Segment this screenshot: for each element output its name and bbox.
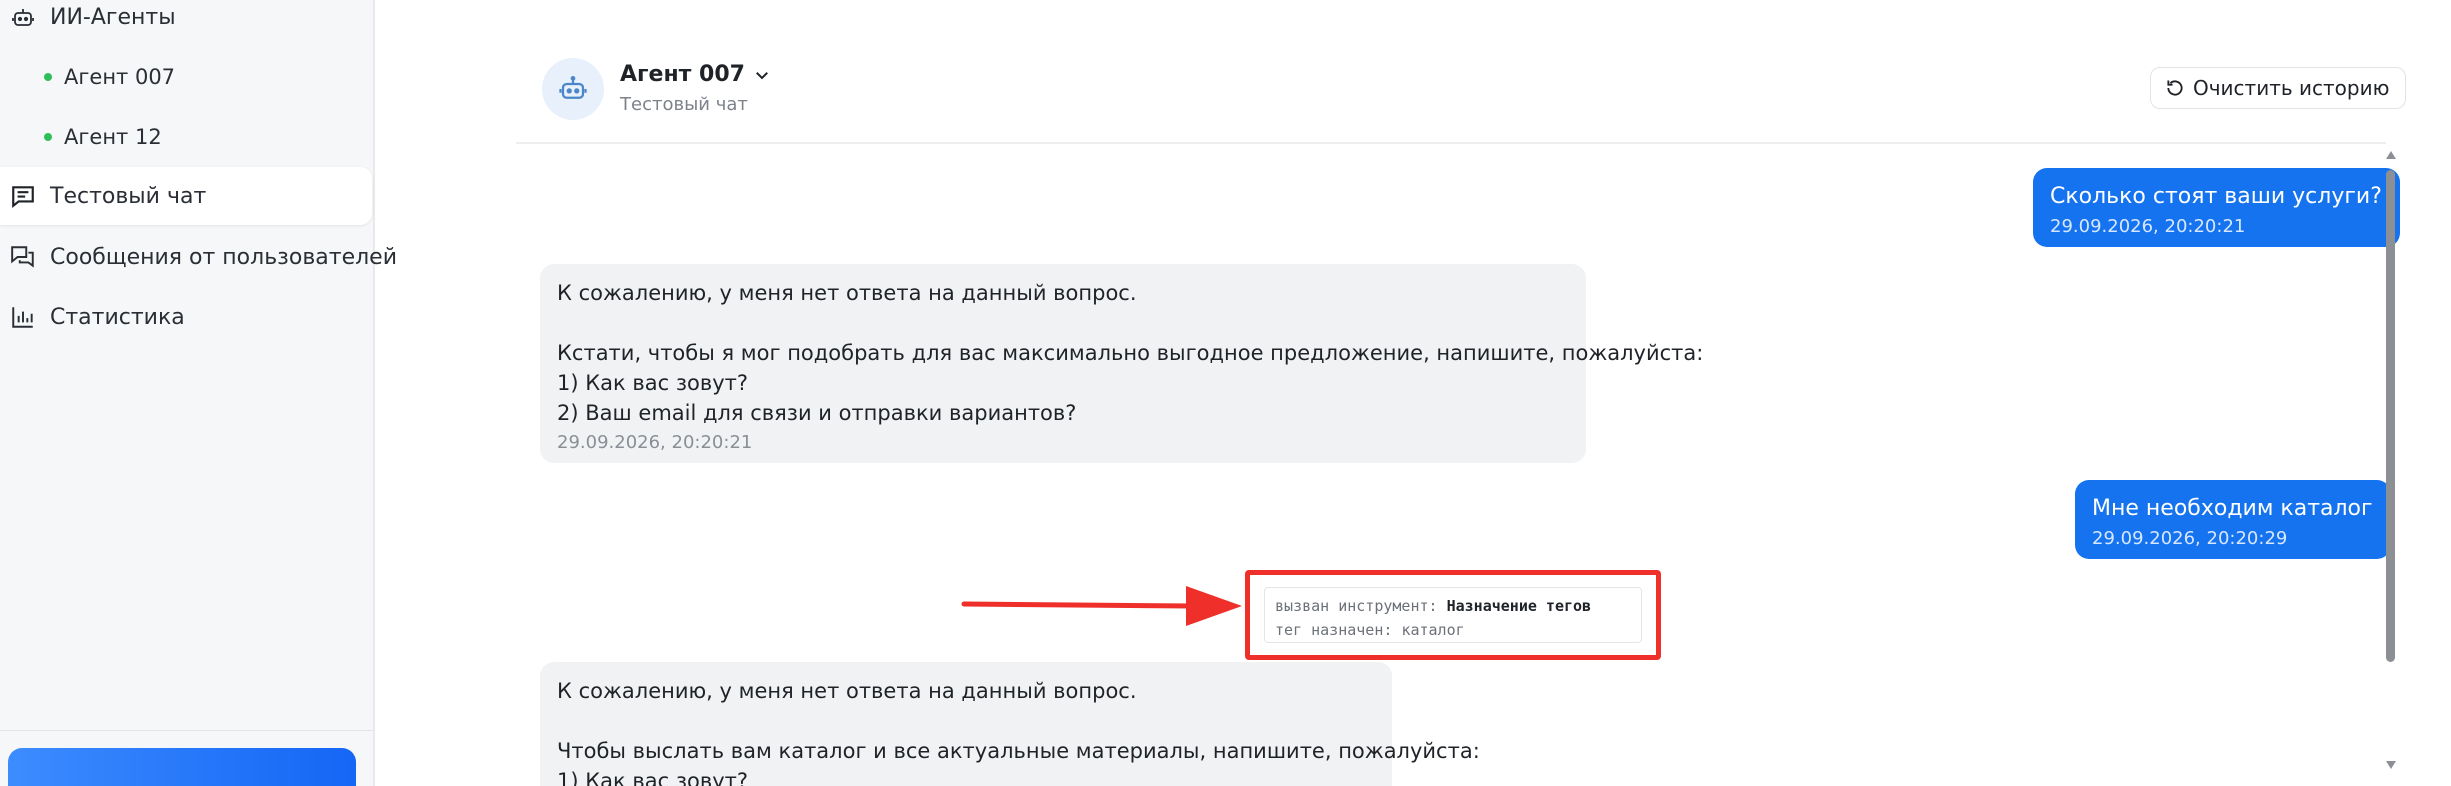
sidebar-item-label: Статистика [50, 304, 185, 330]
sidebar: ИИ-Агенты Агент 007 Агент 12 Тестовый ча… [0, 0, 397, 786]
bot-message: К сожалению, у меня нет ответа на данный… [540, 662, 1480, 786]
online-status-dot [44, 133, 52, 141]
tool-called-label: вызван инструмент: [1275, 597, 1438, 615]
message-line: 1) Как вас зовут? [557, 769, 749, 786]
sidebar-agent-label: Агент 007 [64, 65, 176, 89]
message-time: 29.09.2026, 20:20:29 [2092, 528, 2288, 549]
sidebar-item-statistics[interactable]: Статистика [0, 288, 185, 346]
messages-icon [8, 242, 38, 272]
chevron-down-icon [756, 71, 768, 79]
bot-message: К сожалению, у меня нет ответа на данный… [540, 264, 1704, 463]
bot-avatar [542, 58, 604, 120]
sidebar-item-test-chat[interactable]: Тестовый чат [0, 167, 372, 225]
tool-call-highlight: вызван инструмент: Назначение тегов тег … [1245, 570, 1661, 660]
sidebar-cta-button[interactable] [8, 748, 356, 786]
user-message: Сколько стоят ваши услуги? 29.09.2026, 2… [2033, 168, 2400, 247]
chat-header: Агент 007 Тестовый чат Очистить историю [516, 52, 2407, 144]
scroll-up-arrow-icon[interactable] [2384, 148, 2398, 162]
message-time: 29.09.2026, 20:20:21 [557, 432, 753, 453]
sidebar-section-label: ИИ-Агенты [50, 4, 176, 30]
refresh-icon [2167, 80, 2183, 96]
clear-history-label: Очистить историю [2193, 76, 2390, 100]
tag-value: каталог [1401, 621, 1465, 639]
message-line: Чтобы выслать вам каталог и все актуальн… [557, 739, 1480, 763]
agent-name: Агент 007 [620, 62, 745, 87]
robot-icon [8, 2, 38, 32]
message-line: 2) Ваш email для связи и отправки вариан… [557, 401, 1077, 425]
sidebar-section-ai-agents[interactable]: ИИ-Агенты [0, 0, 176, 46]
sidebar-agent-12[interactable]: Агент 12 [44, 112, 162, 162]
robot-icon [559, 76, 587, 99]
tool-name: Назначение тегов [1446, 597, 1592, 615]
sidebar-item-label: Сообщения от пользователей [50, 244, 398, 270]
message-line: 1) Как вас зовут? [557, 371, 749, 395]
sidebar-item-label: Тестовый чат [50, 183, 207, 209]
online-status-dot [44, 73, 52, 81]
message-line: Кстати, чтобы я мог подобрать для вас ма… [557, 341, 1704, 365]
message-text: Мне необходим каталог [2092, 496, 2373, 521]
message-line: К сожалению, у меня нет ответа на данный… [557, 679, 1137, 703]
sidebar-agent-007[interactable]: Агент 007 [44, 52, 175, 102]
message-line [557, 706, 1374, 736]
user-message: Мне необходим каталог 29.09.2026, 20:20:… [2075, 480, 2391, 559]
sidebar-agent-label: Агент 12 [64, 125, 162, 149]
chat-subtitle: Тестовый чат [620, 94, 748, 115]
sidebar-divider [0, 730, 373, 731]
message-text: Сколько стоят ваши услуги? [2050, 184, 2382, 209]
annotation-arrow-icon [961, 586, 1242, 626]
tag-assigned-label: тег назначен: [1275, 621, 1393, 639]
scrollbar-thumb[interactable] [2386, 170, 2395, 662]
sidebar-item-user-messages[interactable]: Сообщения от пользователей [0, 228, 397, 286]
message-line: К сожалению, у меня нет ответа на данный… [557, 281, 1137, 305]
scroll-down-arrow-icon[interactable] [2384, 758, 2398, 772]
message-line [557, 308, 1568, 338]
clear-history-button[interactable]: Очистить историю [2150, 67, 2407, 109]
tool-call-info: вызван инструмент: Назначение тегов тег … [1264, 587, 1642, 643]
tool-call-line: вызван инструмент: Назначение тегов [1275, 594, 1631, 618]
agent-selector[interactable]: Агент 007 [620, 62, 771, 87]
message-time: 29.09.2026, 20:20:21 [2050, 216, 2246, 237]
stats-icon [8, 302, 38, 332]
tag-assigned-line: тег назначен: каталог [1275, 618, 1631, 642]
chat-icon [8, 181, 38, 211]
